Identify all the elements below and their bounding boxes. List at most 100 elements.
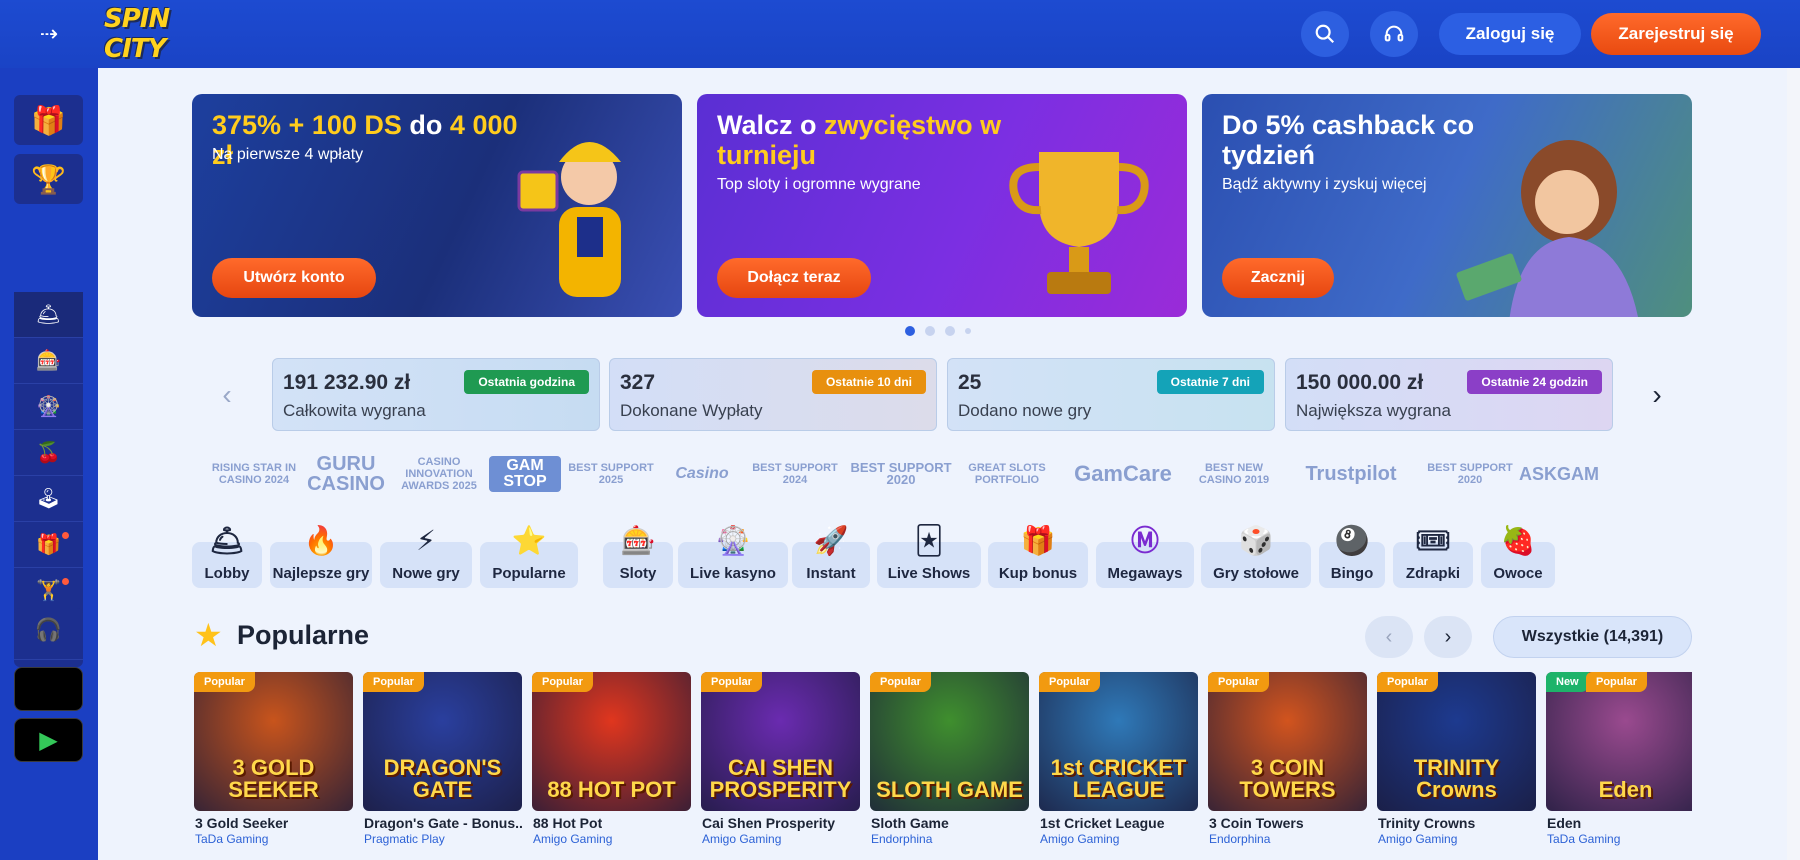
game-tag: Popular: [194, 672, 255, 692]
menu-toggle-icon[interactable]: ⇢: [36, 22, 62, 46]
partner-logos: RISING STAR IN CASINO 2024 GURU CASINO C…: [205, 452, 1695, 496]
promotions-gift-icon[interactable]: 🎁: [14, 95, 83, 145]
game-provider-link[interactable]: Amigo Gaming: [1040, 832, 1119, 846]
game-provider-link[interactable]: Amigo Gaming: [702, 832, 781, 846]
tournament-trophy-icon[interactable]: 🏆: [14, 154, 83, 204]
tab-buy-bonus[interactable]: 🎁 Kup bonus: [988, 526, 1088, 588]
tab-label: Live kasyno: [690, 565, 776, 582]
game-thumbnail[interactable]: 88 HOT POT: [532, 672, 691, 811]
game-thumbnail-title: 3 GOLD SEEKER: [228, 755, 319, 802]
support-button[interactable]: [1370, 11, 1418, 57]
tab-top-games[interactable]: 🔥 Najlepsze gry: [270, 526, 372, 588]
tab-table-games[interactable]: 🎲 Gry stołowe: [1201, 526, 1311, 588]
view-all-button[interactable]: Wszystkie (14,391): [1493, 616, 1692, 658]
stat-badge: Ostatnia godzina: [464, 370, 589, 394]
join-now-button[interactable]: Dołącz teraz: [717, 258, 871, 298]
support-icon: 🎧: [34, 617, 63, 642]
dumbbell-icon: 🏋: [36, 580, 61, 602]
game-card[interactable]: SLOTH GAME Popular Sloth Game Endorphina: [868, 670, 1029, 860]
game-thumbnail[interactable]: SLOTH GAME: [870, 672, 1029, 811]
section-title: Popularne: [237, 620, 370, 650]
game-provider-link[interactable]: Endorphina: [871, 832, 932, 846]
google-play-button[interactable]: ▶: [14, 718, 83, 762]
sidebar-item-fruits[interactable]: 🍒: [14, 430, 83, 476]
play-store-icon: ▶: [39, 726, 58, 754]
tab-fruits[interactable]: 🍓 Owoce: [1481, 526, 1555, 588]
game-thumbnail[interactable]: DRAGON'S GATE: [363, 672, 522, 811]
game-card[interactable]: 3 COIN TOWERS Popular 3 Coin Towers Endorph…: [1206, 670, 1367, 860]
strawberry-icon: 🍓: [1500, 525, 1536, 556]
tab-slots[interactable]: 🎰 Sloty: [603, 526, 673, 588]
game-card[interactable]: DRAGON'S GATE Popular Dragon's Gate - Bonu…: [361, 670, 522, 860]
create-account-button[interactable]: Utwórz konto: [212, 258, 376, 298]
stat-label: Całkowita wygrana: [283, 401, 426, 420]
game-provider-link[interactable]: Amigo Gaming: [1378, 832, 1457, 846]
game-name: 3 Coin Towers: [1209, 815, 1304, 831]
carousel-dot[interactable]: [965, 328, 971, 334]
game-name: Trinity Crowns: [1378, 815, 1476, 831]
carousel-dot[interactable]: [925, 326, 935, 336]
game-card[interactable]: Eden New Popular Eden TaDa Gaming: [1544, 670, 1692, 860]
sidebar-item-live-casino[interactable]: 🎡: [14, 384, 83, 430]
sidebar-item-slots[interactable]: 🎰: [14, 338, 83, 384]
game-provider-link[interactable]: TaDa Gaming: [195, 832, 268, 846]
game-thumbnail[interactable]: 3 COIN TOWERS: [1208, 672, 1367, 811]
tab-instant[interactable]: 🚀 Instant: [792, 526, 870, 588]
game-tag: Popular: [1039, 672, 1100, 692]
game-provider-link[interactable]: Pragmatic Play: [364, 832, 445, 846]
game-provider-link[interactable]: TaDa Gaming: [1547, 832, 1620, 846]
tab-megaways[interactable]: Ⓜ Megaways: [1096, 526, 1194, 588]
login-button[interactable]: Zaloguj się: [1439, 13, 1581, 55]
partner-logo: GREAT SLOTS PORTFOLIO: [968, 462, 1046, 486]
games-next-button[interactable]: ›: [1424, 616, 1472, 658]
tab-lobby[interactable]: 🛎 Lobby: [192, 526, 262, 588]
tab-label: Owoce: [1493, 565, 1543, 582]
stats-strip: ‹ 191 232.90 zł Całkowita wygrana Ostatn…: [192, 358, 1692, 432]
stats-prev-arrow-icon[interactable]: ‹: [212, 379, 242, 410]
tab-bingo[interactable]: 🎱 Bingo: [1319, 526, 1385, 588]
game-card[interactable]: 88 HOT POT Popular 88 Hot Pot Amigo Gaming: [530, 670, 691, 860]
app-store-button[interactable]: [14, 667, 83, 711]
game-card[interactable]: TRINITY Crowns Popular Trinity Crowns Amigo…: [1375, 670, 1536, 860]
carousel-dot[interactable]: [945, 326, 955, 336]
star-icon: ⭐: [511, 525, 547, 556]
sidebar-item-games[interactable]: 🕹: [14, 476, 83, 522]
game-provider-link[interactable]: Amigo Gaming: [533, 832, 612, 846]
register-button[interactable]: Zarejestruj się: [1591, 13, 1761, 55]
sidebar-item-bonus[interactable]: 🎁: [14, 522, 83, 568]
tab-live-casino[interactable]: 🎡 Live kasyno: [678, 526, 788, 588]
game-provider-link[interactable]: Endorphina: [1209, 832, 1270, 846]
start-button[interactable]: Zacznij: [1222, 258, 1334, 298]
stat-label: Dokonane Wypłaty: [620, 401, 763, 420]
tab-label: Najlepsze gry: [272, 565, 370, 582]
sidebar-item-lobby[interactable]: 🛎: [14, 292, 83, 338]
game-card[interactable]: 3 GOLD SEEKER Popular 3 Gold Seeker TaDa Ga…: [192, 670, 353, 860]
logo[interactable]: SPIN CITY: [104, 4, 232, 64]
banner-welcome-bonus[interactable]: 375% + 100 DS do 4 000 zł Na pierwsze 4 …: [192, 94, 682, 317]
carousel-dots: [905, 326, 971, 336]
dice-icon: 🎲: [1238, 525, 1274, 556]
scrollbar[interactable]: [1787, 68, 1800, 860]
banner-cashback[interactable]: Do 5% cashback co tydzień Bądź aktywny i…: [1202, 94, 1692, 317]
tab-live-shows[interactable]: 🃏 Live Shows: [877, 526, 981, 588]
games-prev-button[interactable]: ‹: [1365, 616, 1413, 658]
tab-label: Bingo: [1330, 565, 1374, 582]
ferris-wheel-icon: 🎡: [715, 525, 751, 556]
carousel-dot[interactable]: [905, 326, 915, 336]
banner-tournament[interactable]: Walcz o zwycięstwo w turnieju Top sloty …: [697, 94, 1187, 317]
game-card[interactable]: 1st CRICKET LEAGUE Popular 1st Cricket Lea…: [1037, 670, 1198, 860]
tab-label: Zdrapki: [1405, 565, 1461, 582]
stats-next-arrow-icon[interactable]: ›: [1642, 379, 1672, 410]
game-thumbnail[interactable]: TRINITY Crowns: [1377, 672, 1536, 811]
game-thumbnail[interactable]: 1st CRICKET LEAGUE: [1039, 672, 1198, 811]
sidebar-item-support[interactable]: 🎧: [14, 608, 83, 652]
search-button[interactable]: [1301, 11, 1349, 57]
tab-popular[interactable]: ⭐ Popularne: [480, 526, 578, 588]
tab-scratchcards[interactable]: 🎟 Zdrapki: [1393, 526, 1473, 588]
game-name: Eden: [1547, 815, 1582, 831]
game-thumbnail[interactable]: CAI SHEN PROSPERITY: [701, 672, 860, 811]
tab-new-games[interactable]: ⚡ Nowe gry: [380, 526, 472, 588]
game-card[interactable]: CAI SHEN PROSPERITY Popular Cai Shen Prosp…: [699, 670, 860, 860]
game-thumbnail[interactable]: Eden: [1546, 672, 1692, 811]
game-thumbnail[interactable]: 3 GOLD SEEKER: [194, 672, 353, 811]
